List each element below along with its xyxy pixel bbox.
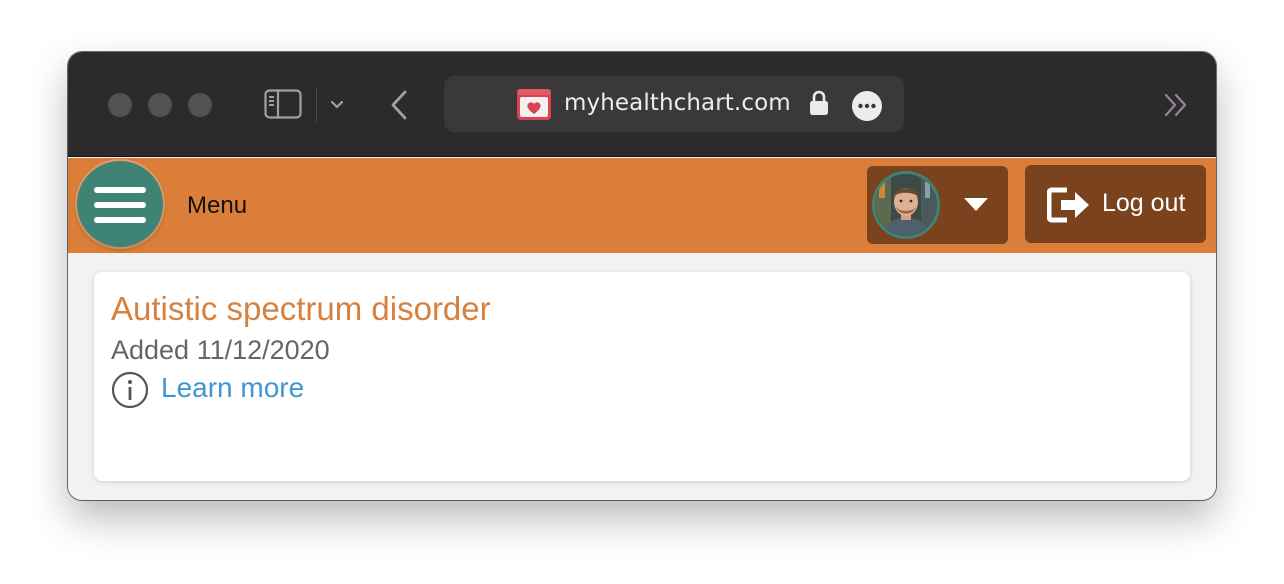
double-chevron-right-icon[interactable] xyxy=(1162,92,1190,118)
window-close-button[interactable] xyxy=(108,93,132,117)
browser-toolbar: myhealthchart.com xyxy=(68,52,1216,157)
lock-icon xyxy=(810,90,828,115)
profile-menu-button[interactable] xyxy=(867,166,1008,244)
avatar xyxy=(872,171,940,239)
menu-label[interactable]: Menu xyxy=(187,192,247,220)
caret-down-icon xyxy=(964,198,988,211)
window-zoom-button[interactable] xyxy=(188,93,212,117)
more-icon[interactable] xyxy=(851,90,883,122)
condition-title: Autistic spectrum disorder xyxy=(111,290,491,327)
browser-window: myhealthchart.com Menu Log out Autistic … xyxy=(68,52,1216,500)
app-header: Menu Log out xyxy=(68,158,1216,253)
url-text: myhealthchart.com xyxy=(564,90,791,116)
page-content: Menu Log out Autistic spectrum disorder … xyxy=(68,158,1216,500)
info-icon[interactable] xyxy=(111,371,149,409)
chevron-left-icon[interactable] xyxy=(386,87,412,123)
added-date: Added 11/12/2020 xyxy=(111,335,330,365)
toolbar-divider xyxy=(316,88,317,122)
menu-button[interactable] xyxy=(77,161,163,247)
chevron-down-icon[interactable] xyxy=(326,94,348,116)
health-chart-favicon xyxy=(517,89,551,120)
window-minimize-button[interactable] xyxy=(148,93,172,117)
address-bar[interactable]: myhealthchart.com xyxy=(444,76,904,132)
learn-more-link[interactable]: Learn more xyxy=(161,372,304,404)
condition-card: Autistic spectrum disorder Added 11/12/2… xyxy=(94,272,1190,481)
logout-icon xyxy=(1047,187,1089,223)
sidebar-icon[interactable] xyxy=(264,89,302,119)
logout-button[interactable]: Log out xyxy=(1025,165,1206,243)
logout-label: Log out xyxy=(1102,189,1186,217)
